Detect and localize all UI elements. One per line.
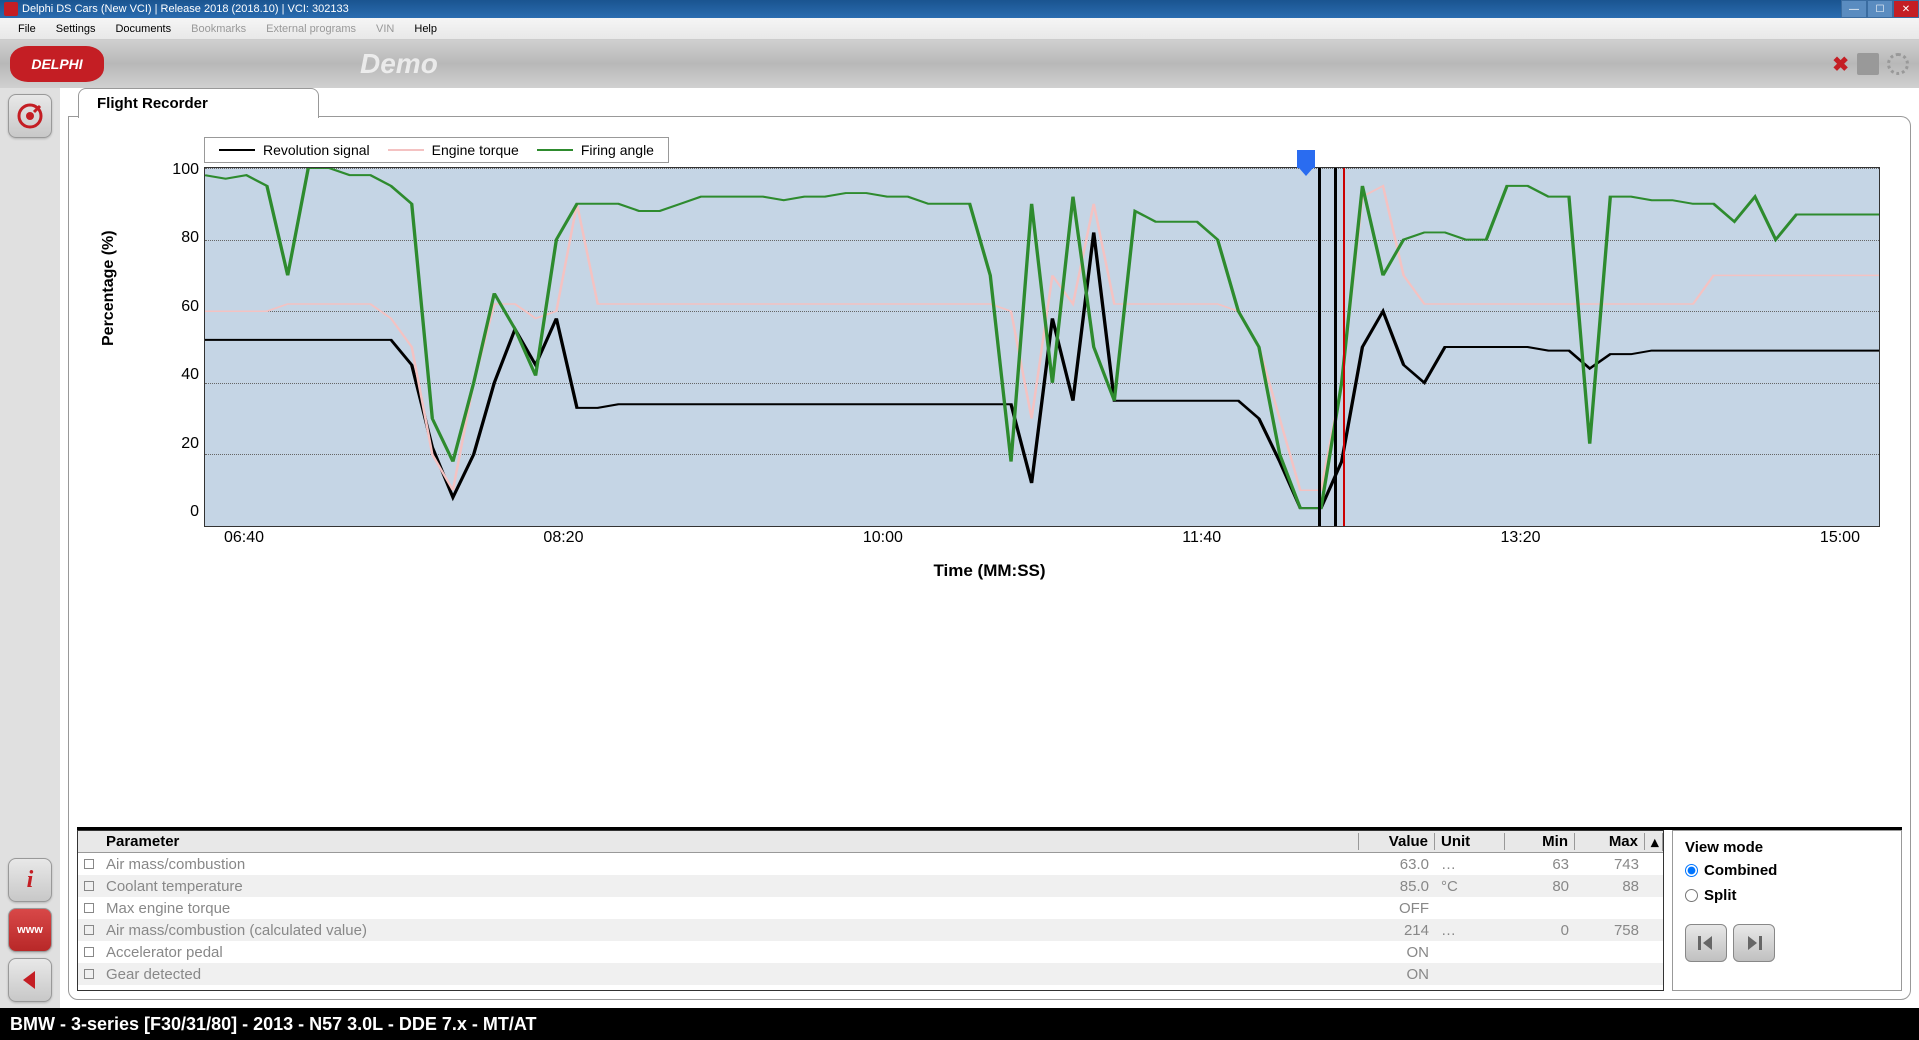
radio-combined[interactable]: Combined: [1685, 862, 1889, 879]
next-button[interactable]: [1733, 924, 1775, 962]
legend-label: Engine torque: [432, 142, 519, 158]
header-close-icon[interactable]: ✖: [1832, 52, 1849, 77]
header-square-icon[interactable]: [1857, 53, 1879, 75]
left-sidebar: i www: [0, 88, 60, 1008]
radio-split[interactable]: Split: [1685, 887, 1889, 904]
table-row[interactable]: Coolant temperature85.0°C8088: [78, 875, 1663, 897]
menu-external[interactable]: External programs: [256, 21, 366, 37]
legend-line-torque: [388, 149, 424, 151]
back-arrow-icon: [17, 967, 43, 993]
table-row[interactable]: Air mass/combustion (calculated value)21…: [78, 919, 1663, 941]
header-strip: DELPHI Demo ✖: [0, 40, 1919, 88]
menu-help[interactable]: Help: [404, 21, 447, 37]
checkbox-icon[interactable]: [84, 925, 94, 935]
window-title: Delphi DS Cars (New VCI) | Release 2018 …: [22, 3, 349, 15]
titlebar: Delphi DS Cars (New VCI) | Release 2018 …: [0, 0, 1919, 18]
content-panel: Revolution signal Engine torque Firing a…: [68, 116, 1911, 1000]
legend-line-revolution: [219, 149, 255, 151]
chart-area: Revolution signal Engine torque Firing a…: [99, 137, 1880, 617]
maximize-button[interactable]: ☐: [1867, 0, 1893, 18]
target-icon: [16, 102, 44, 130]
x-axis-label: Time (MM:SS): [933, 561, 1045, 581]
table-row[interactable]: Max engine torqueOFF: [78, 897, 1663, 919]
plot-area[interactable]: [204, 167, 1880, 527]
prev-button[interactable]: [1685, 924, 1727, 962]
back-button[interactable]: [8, 958, 52, 1002]
status-bar: BMW - 3-series [F30/31/80] - 2013 - N57 …: [0, 1008, 1919, 1040]
minimize-button[interactable]: —: [1841, 0, 1867, 18]
legend-line-firing: [537, 149, 573, 151]
menu-settings[interactable]: Settings: [46, 21, 106, 37]
view-mode-title: View mode: [1685, 839, 1889, 856]
recorder-button[interactable]: [8, 94, 52, 138]
delphi-logo: DELPHI: [10, 46, 104, 82]
y-axis-label: Percentage (%): [100, 230, 118, 346]
table-row[interactable]: Air mass/combustion63.0…63743: [78, 853, 1663, 875]
checkbox-icon[interactable]: [84, 969, 94, 979]
cursor-line-1b[interactable]: [1334, 168, 1337, 526]
info-button[interactable]: i: [8, 858, 52, 902]
status-text: BMW - 3-series [F30/31/80] - 2013 - N57 …: [10, 1014, 537, 1035]
table-row[interactable]: Accelerator pedalON: [78, 941, 1663, 963]
view-mode-panel: View mode Combined Split: [1672, 830, 1902, 991]
time-marker[interactable]: [1297, 150, 1315, 168]
close-window-button[interactable]: ✕: [1893, 0, 1919, 18]
parameter-table: Parameter Value Unit Min Max ▴ Air mass/…: [77, 830, 1664, 991]
menu-bookmarks[interactable]: Bookmarks: [181, 21, 256, 37]
bottom-panel: Parameter Value Unit Min Max ▴ Air mass/…: [77, 827, 1902, 991]
y-axis-ticks: 100 80 60 40 20 0: [159, 161, 199, 521]
tab-flight-recorder[interactable]: Flight Recorder: [78, 88, 319, 118]
menubar: File Settings Documents Bookmarks Extern…: [0, 18, 1919, 40]
x-axis-ticks: 06:40 08:20 10:00 11:40 13:20 15:00: [204, 529, 1880, 547]
cursor-line-1[interactable]: [1318, 168, 1321, 526]
cursor-line-red[interactable]: [1343, 168, 1345, 526]
skip-prev-icon: [1696, 934, 1716, 952]
header-gear-icon[interactable]: [1887, 53, 1909, 75]
legend-label: Firing angle: [581, 142, 654, 158]
legend-label: Revolution signal: [263, 142, 370, 158]
checkbox-icon[interactable]: [84, 947, 94, 957]
demo-label: Demo: [360, 48, 438, 80]
checkbox-icon[interactable]: [84, 859, 94, 869]
chart-legend: Revolution signal Engine torque Firing a…: [204, 137, 669, 163]
www-button[interactable]: www: [8, 908, 52, 952]
menu-file[interactable]: File: [8, 21, 46, 37]
checkbox-icon[interactable]: [84, 881, 94, 891]
menu-vin[interactable]: VIN: [366, 21, 404, 37]
table-row[interactable]: Gear detectedON: [78, 963, 1663, 985]
table-header: Parameter Value Unit Min Max ▴: [78, 831, 1663, 853]
scroll-up-icon[interactable]: ▴: [1645, 833, 1663, 851]
skip-next-icon: [1744, 934, 1764, 952]
checkbox-icon[interactable]: [84, 903, 94, 913]
app-icon: [4, 2, 18, 16]
menu-documents[interactable]: Documents: [105, 21, 181, 37]
